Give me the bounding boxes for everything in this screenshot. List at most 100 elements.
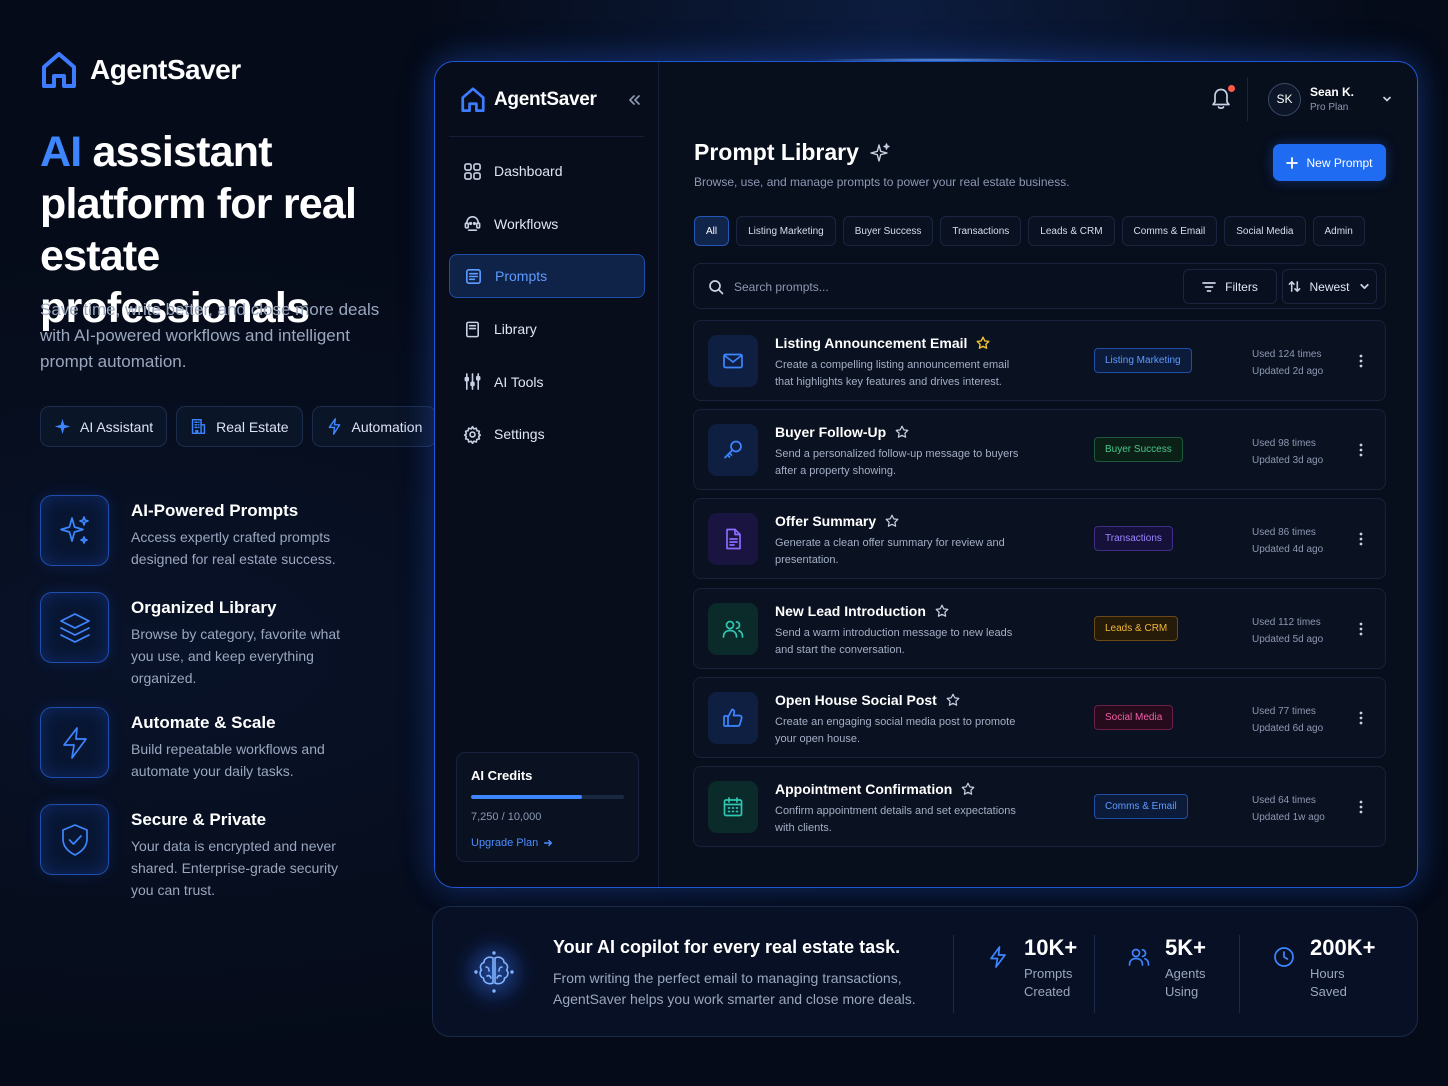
prompt-updated: Updated 4d ago: [1252, 544, 1324, 556]
tab-leads-crm[interactable]: Leads & CRM: [1028, 216, 1115, 246]
tab-listing-marketing[interactable]: Listing Marketing: [736, 216, 836, 246]
feature-ai-powered-prompts: AI-Powered Prompts Access expertly craft…: [40, 495, 341, 570]
sort-label: Newest: [1309, 279, 1350, 294]
banner-subtitle: From writing the perfect email to managi…: [553, 970, 916, 1007]
feature-organized-library: Organized Library Browse by category, fa…: [40, 592, 341, 689]
user-plan: Pro Plan: [1310, 102, 1349, 113]
more-options-icon[interactable]: [1354, 710, 1368, 726]
sidebar-item-workflows[interactable]: Workflows: [449, 202, 645, 246]
sidebar-item-ai-tools[interactable]: AI Tools: [449, 360, 645, 404]
house-logo-icon: [40, 50, 78, 90]
star-icon[interactable]: [946, 693, 960, 707]
filter-icon: [1202, 280, 1217, 294]
star-filled-icon[interactable]: [976, 336, 990, 350]
banner-title: Your AI copilot for every real estate ta…: [553, 937, 901, 957]
brain-icon: [453, 931, 535, 1013]
page-title-text: Prompt Library: [694, 139, 859, 165]
sidebar-item-prompts[interactable]: Prompts: [449, 254, 645, 299]
feature-title: Secure & Private: [131, 810, 267, 829]
prompt-meta: Used 124 times Updated 2d ago: [1252, 346, 1323, 380]
sort-dropdown[interactable]: Newest: [1282, 269, 1377, 304]
sidebar-item-label: AI Tools: [494, 373, 544, 390]
building-icon: [190, 418, 207, 435]
prompt-used: Used 86 times: [1252, 527, 1316, 539]
tab-transactions[interactable]: Transactions: [940, 216, 1022, 246]
star-icon[interactable]: [961, 782, 975, 796]
sidebar-item-dashboard[interactable]: Dashboard: [449, 149, 645, 193]
tab-social-media[interactable]: Social Media: [1224, 216, 1306, 246]
prompt-meta: Used 77 times Updated 6d ago: [1252, 703, 1323, 737]
hero-subtitle: Save time, write better, and close more …: [40, 300, 380, 371]
prompt-title-text: Open House Social Post: [775, 691, 937, 708]
status-badge: Transactions: [1094, 526, 1173, 552]
star-icon[interactable]: [935, 604, 949, 618]
notifications-button[interactable]: [1209, 85, 1235, 111]
prompt-used: Used 112 times: [1252, 616, 1321, 628]
list-item[interactable]: Listing Announcement Email Create a comp…: [693, 320, 1386, 401]
prompt-updated: Updated 1w ago: [1252, 811, 1325, 823]
list-item[interactable]: Offer Summary Generate a clean offer sum…: [693, 498, 1386, 580]
lightning-icon: [986, 935, 1010, 1013]
collapse-sidebar-icon[interactable]: [625, 91, 643, 109]
feature-title: Automate & Scale: [131, 713, 276, 732]
chip-real-estate[interactable]: Real Estate: [176, 406, 303, 447]
feature-automate-scale: Automate & Scale Build repeatable workfl…: [40, 707, 341, 782]
prompt-meta: Used 98 times Updated 3d ago: [1252, 435, 1323, 469]
chevron-down-icon: [1358, 280, 1371, 293]
star-icon[interactable]: [895, 425, 909, 439]
tab-admin[interactable]: Admin: [1312, 216, 1365, 246]
prompt-title-text: Offer Summary: [775, 513, 877, 530]
prompt-updated: Updated 5d ago: [1252, 633, 1324, 645]
plus-icon: [1286, 156, 1299, 169]
sidebar-item-settings[interactable]: Settings: [449, 412, 645, 456]
search-input[interactable]: [734, 277, 1134, 297]
chip-ai-assistant[interactable]: AI Assistant: [40, 406, 168, 447]
arrow-right-icon: [543, 838, 553, 848]
tab-comms-email[interactable]: Comms & Email: [1121, 216, 1218, 246]
sidebar-item-library[interactable]: Library: [449, 307, 645, 351]
upgrade-plan-link[interactable]: Upgrade Plan: [471, 837, 624, 849]
prompt-used: Used 124 times: [1252, 349, 1322, 360]
sort-icon: [1288, 280, 1301, 293]
feature-desc: Browse by category, favorite what you us…: [131, 626, 341, 686]
tab-buyer-success[interactable]: Buyer Success: [842, 216, 934, 246]
more-options-icon[interactable]: [1354, 353, 1368, 369]
list-item[interactable]: New Lead Introduction Send a warm introd…: [693, 587, 1386, 669]
filters-button[interactable]: Filters: [1183, 269, 1277, 304]
prompt-desc: Generate a clean offer summary for revie…: [775, 537, 1005, 567]
ai-credits-card: AI Credits 7,250 / 10,000 Upgrade Plan: [456, 752, 639, 862]
sidebar: AgentSaver Dashboard Workflows Prompts L…: [435, 62, 659, 887]
chip-label: AI Assistant: [80, 418, 154, 435]
prompt-title-text: Appointment Confirmation: [775, 780, 953, 797]
list-item[interactable]: Buyer Follow-Up Send a personalized foll…: [693, 409, 1386, 491]
list-item[interactable]: Appointment Confirmation Confirm appoint…: [693, 765, 1386, 847]
prompt-title-text: New Lead Introduction: [775, 602, 926, 619]
chip-automation[interactable]: Automation: [311, 406, 437, 447]
feature-desc: Access expertly crafted prompts designed…: [131, 529, 336, 567]
tab-all[interactable]: All: [694, 216, 730, 246]
sidebar-brand[interactable]: AgentSaver: [460, 86, 597, 114]
list-item[interactable]: Open House Social Post Create an engagin…: [693, 676, 1386, 758]
user-name: Sean K.: [1310, 85, 1355, 99]
credits-value: 7,250 / 10,000: [471, 811, 542, 823]
prompt-updated: Updated 3d ago: [1252, 455, 1324, 467]
more-options-icon[interactable]: [1354, 442, 1368, 458]
users-icon: [708, 602, 758, 655]
more-options-icon[interactable]: [1354, 621, 1368, 637]
user-menu[interactable]: SK Sean K. Pro Plan: [1247, 77, 1393, 121]
sidebar-item-label: Prompts: [495, 268, 548, 285]
star-icon[interactable]: [885, 514, 899, 528]
hero-title-accent: AI: [40, 128, 82, 176]
filters-label: Filters: [1225, 279, 1258, 294]
sparkles-icon: [40, 495, 109, 566]
stat-value: 200K+: [1310, 935, 1376, 960]
prompt-used: Used 64 times: [1252, 794, 1316, 806]
chevron-down-icon: [1381, 93, 1393, 105]
more-options-icon[interactable]: [1354, 799, 1368, 815]
status-badge: Leads & CRM: [1094, 615, 1179, 641]
more-options-icon[interactable]: [1354, 531, 1368, 547]
page-title: Prompt Library: [694, 139, 891, 166]
prompt-used: Used 98 times: [1252, 438, 1316, 450]
new-prompt-button[interactable]: New Prompt: [1273, 144, 1386, 181]
feature-secure-private: Secure & Private Your data is encrypted …: [40, 804, 341, 901]
